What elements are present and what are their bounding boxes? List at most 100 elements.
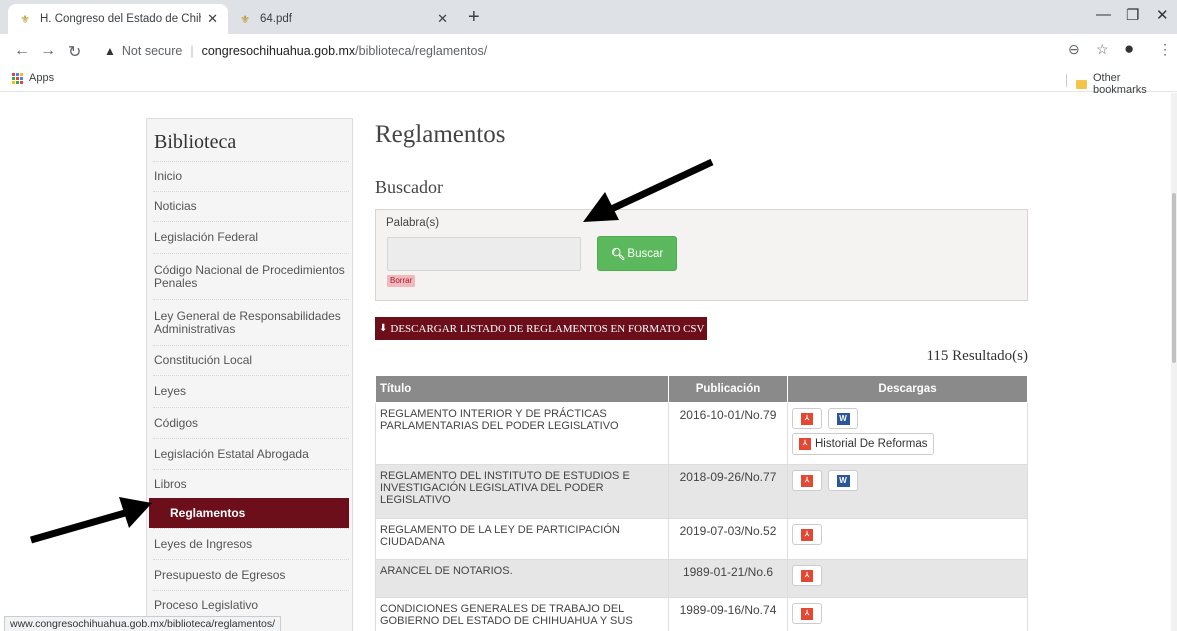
search-button[interactable]: 🔍︎ Buscar: [597, 236, 677, 271]
url-separator: |: [190, 44, 194, 58]
pdf-icon: ⅄: [801, 607, 813, 620]
search-label: Palabra(s): [386, 217, 440, 229]
pdf-favicon-icon: ⚜: [240, 13, 250, 26]
row-date: 1989-01-21/No.6: [668, 559, 788, 598]
csv-button-label: DESCARGAR LISTADO DE REGLAMENTOS EN FORM…: [390, 322, 705, 335]
sidebar-item-codigo-nacional[interactable]: Código Nacional de Procedimientos Penale…: [153, 253, 349, 299]
row-downloads: ⅄: [787, 597, 1028, 631]
address-bar[interactable]: ▲ Not secure | congresochihuahua.gob.mx …: [104, 38, 1104, 64]
sidebar: Biblioteca Inicio Noticias Legislación F…: [146, 118, 353, 631]
history-button[interactable]: ⅄ Historial De Reformas: [792, 433, 935, 455]
menu-icon[interactable]: ⋮: [1158, 41, 1172, 58]
tab-title: 64.pdf: [260, 13, 292, 25]
table-row: REGLAMENTO DE LA LEY DE PARTICIPACIÓN CI…: [375, 518, 1028, 560]
pdf-download-button[interactable]: ⅄: [792, 603, 822, 624]
sidebar-item-noticias[interactable]: Noticias: [153, 191, 349, 221]
pdf-download-button[interactable]: ⅄: [792, 524, 822, 545]
url-domain: congresochihuahua.gob.mx: [201, 44, 356, 58]
congreso-favicon-icon: ⚜: [20, 13, 30, 26]
word-download-button[interactable]: W: [828, 408, 858, 429]
new-tab-icon[interactable]: +: [468, 6, 480, 29]
sidebar-item-leyes[interactable]: Leyes: [153, 375, 349, 407]
results-count: 115 Resultado(s): [926, 348, 1028, 364]
download-icon: ⬇: [379, 323, 388, 334]
table-row: ARANCEL DE NOTARIOS. 1989-01-21/No.6 ⅄: [375, 559, 1028, 598]
zoom-icon[interactable]: ⊖: [1068, 41, 1080, 58]
sidebar-item-constitucion[interactable]: Constitución Local: [153, 345, 349, 375]
forward-arrow-icon[interactable]: →: [40, 42, 56, 60]
back-arrow-icon[interactable]: ←: [14, 42, 30, 60]
tab-title: H. Congreso del Estado de Chihu: [40, 13, 202, 25]
page-title: Reglamentos: [375, 121, 506, 148]
word-icon: W: [836, 474, 850, 487]
column-header-titulo[interactable]: Título: [375, 375, 669, 403]
tab-pdf[interactable]: ⚜ 64.pdf ✕: [228, 4, 458, 34]
table-row: REGLAMENTO DEL INSTITUTO DE ESTUDIOS E I…: [375, 464, 1028, 519]
apps-label: Apps: [29, 72, 55, 84]
search-button-label: Buscar: [627, 247, 664, 260]
arrow-to-search-annotation: [583, 158, 714, 222]
search-icon: 🔍︎: [610, 248, 626, 261]
table-header-row: Título Publicación Descargas: [375, 375, 1028, 403]
toolbar: ← → ↻ ▲ Not secure | congresochihuahua.g…: [0, 34, 1177, 68]
minimize-icon[interactable]: —: [1096, 6, 1111, 23]
column-header-publicacion[interactable]: Publicación: [668, 375, 788, 403]
tab-congreso[interactable]: ⚜ H. Congreso del Estado de Chihu ✕: [8, 4, 228, 34]
pdf-icon: ⅄: [801, 474, 813, 487]
row-date: 2019-07-03/No.52: [668, 518, 788, 560]
sidebar-item-legislacion-abrogada[interactable]: Legislación Estatal Abrogada: [153, 438, 349, 469]
status-bar-url: www.congresochihuahua.gob.mx/biblioteca/…: [4, 616, 281, 631]
pdf-download-button[interactable]: ⅄: [792, 470, 822, 491]
sidebar-item-legislacion-federal[interactable]: Legislación Federal: [153, 221, 349, 253]
tab-strip: ⚜ H. Congreso del Estado de Chihu ✕ ⚜ 64…: [0, 0, 1177, 34]
sidebar-item-ley-general[interactable]: Ley General de Responsabilidades Adminis…: [153, 299, 349, 345]
row-title: ARANCEL DE NOTARIOS.: [375, 559, 669, 598]
column-header-descargas: Descargas: [787, 375, 1028, 403]
apps-grid-icon: [12, 72, 23, 84]
star-icon[interactable]: ☆: [1096, 41, 1109, 58]
table-row: REGLAMENTO INTERIOR Y DE PRÁCTICAS PARLA…: [375, 402, 1028, 465]
word-icon: W: [836, 412, 850, 425]
pdf-icon: ⅄: [799, 438, 811, 450]
download-csv-button[interactable]: ⬇ DESCARGAR LISTADO DE REGLAMENTOS EN FO…: [375, 317, 707, 340]
profile-icon[interactable]: ●: [1124, 39, 1134, 59]
pdf-icon: ⅄: [801, 569, 813, 582]
pdf-icon: ⅄: [801, 412, 813, 425]
sidebar-item-inicio[interactable]: Inicio: [153, 161, 349, 191]
sidebar-item-reglamentos[interactable]: Reglamentos: [149, 498, 349, 528]
sidebar-item-presupuesto[interactable]: Presupuesto de Egresos: [153, 559, 349, 590]
row-downloads: ⅄ W: [787, 464, 1028, 519]
row-title: REGLAMENTO INTERIOR Y DE PRÁCTICAS PARLA…: [375, 402, 669, 465]
search-input[interactable]: [387, 237, 581, 271]
close-tab-icon[interactable]: ✕: [207, 11, 218, 27]
sidebar-item-codigos[interactable]: Códigos: [153, 407, 349, 438]
row-date: 2018-09-26/No.77: [668, 464, 788, 519]
close-tab-icon[interactable]: ✕: [437, 11, 448, 27]
bookmarks-bar: Apps Other bookmarks: [0, 68, 1177, 96]
word-download-button[interactable]: W: [828, 470, 858, 491]
url-path: /biblioteca/reglamentos/: [355, 44, 488, 58]
folder-icon: [1076, 79, 1087, 89]
scrollbar-thumb[interactable]: [1172, 193, 1176, 363]
row-date: 1989-09-16/No.74: [668, 597, 788, 631]
apps-bookmark[interactable]: Apps: [12, 72, 54, 84]
clear-button[interactable]: Borrar: [387, 275, 416, 287]
close-window-icon[interactable]: ✕: [1156, 6, 1169, 24]
table-row: CONDICIONES GENERALES DE TRABAJO DEL GOB…: [375, 597, 1028, 631]
pdf-download-button[interactable]: ⅄: [792, 408, 822, 429]
security-label: Not secure: [121, 44, 183, 58]
search-heading: Buscador: [375, 177, 443, 197]
sidebar-item-libros[interactable]: Libros: [153, 469, 349, 498]
pdf-icon: ⅄: [801, 528, 813, 541]
row-downloads: ⅄: [787, 559, 1028, 598]
row-date: 2016-10-01/No.79: [668, 402, 788, 465]
reglamentos-table: Título Publicación Descargas REGLAMENTO …: [375, 375, 1028, 631]
sidebar-title: Biblioteca: [154, 131, 237, 153]
bookmarks-divider: [1066, 74, 1067, 87]
reload-icon[interactable]: ↻: [68, 42, 81, 62]
pdf-download-button[interactable]: ⅄: [792, 565, 822, 586]
restore-icon[interactable]: ❐: [1126, 6, 1139, 24]
page-scrollbar[interactable]: [1171, 93, 1177, 631]
row-title: CONDICIONES GENERALES DE TRABAJO DEL GOB…: [375, 597, 669, 631]
sidebar-item-leyes-ingresos[interactable]: Leyes de Ingresos: [153, 528, 349, 559]
